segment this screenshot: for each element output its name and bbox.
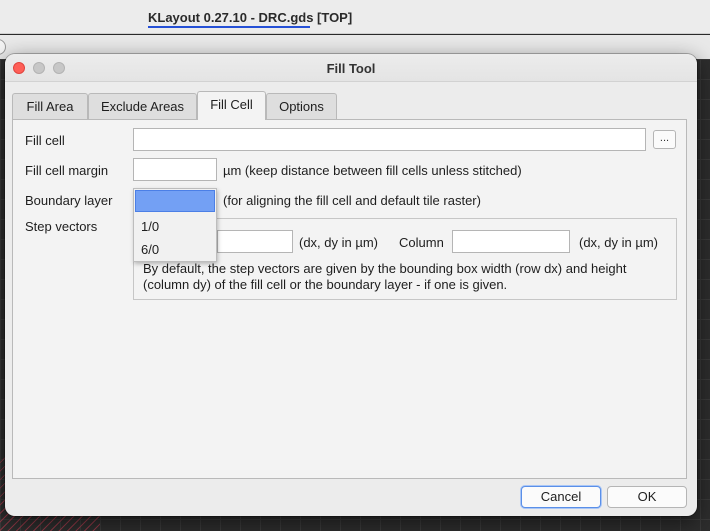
dropdown-option-1-0[interactable]: 1/0 [141, 219, 159, 234]
fill-cell-margin-label: Fill cell margin [25, 163, 109, 178]
step-vectors-label: Step vectors [25, 219, 98, 234]
dropdown-option-6-0[interactable]: 6/0 [141, 242, 159, 257]
boundary-layer-hint: (for aligning the fill cell and default … [223, 193, 481, 208]
main-window-titlebar: KLayout 0.27.10 - DRC.gds [TOP] [0, 0, 710, 34]
dialog-title: Fill Tool [326, 61, 376, 76]
dropdown-selected-item[interactable] [135, 190, 215, 212]
boundary-layer-label: Boundary layer [25, 193, 113, 208]
tab-exclude-areas[interactable]: Exclude Areas [88, 93, 197, 119]
fill-cell-label: Fill cell [25, 133, 65, 148]
browse-button[interactable]: ... [653, 130, 676, 149]
fill-cell-margin-hint: µm (keep distance between fill cells unl… [223, 163, 522, 178]
fill-cell-margin-input[interactable] [133, 158, 217, 181]
column-vector-input[interactable] [452, 230, 570, 253]
fill-tool-dialog: Fill Tool Fill Area Exclude Areas Fill C… [5, 54, 697, 516]
ok-button[interactable]: OK [607, 486, 687, 508]
column-vector-units: (dx, dy in µm) [579, 235, 659, 250]
tab-fill-area[interactable]: Fill Area [12, 93, 88, 119]
tab-options[interactable]: Options [266, 93, 337, 119]
tab-fill-cell[interactable]: Fill Cell [197, 91, 266, 120]
step-vectors-note-line1: By default, the step vectors are given b… [143, 261, 627, 276]
toolbar-button[interactable] [0, 39, 6, 55]
row-vector-units: (dx, dy in µm) [299, 235, 379, 250]
column-label: Column [399, 235, 444, 250]
step-vectors-note-line2: (column dy) of the fill cell or the boun… [143, 277, 508, 292]
fill-cell-panel: Fill cell ... Fill cell margin µm (keep … [12, 119, 687, 479]
title-underline [148, 26, 310, 28]
boundary-layer-dropdown[interactable]: 1/0 6/0 [133, 188, 217, 262]
main-window-title: KLayout 0.27.10 - DRC.gds [TOP] [148, 10, 353, 25]
row-vector-input[interactable] [217, 230, 293, 253]
dialog-titlebar: Fill Tool [5, 54, 697, 82]
fill-cell-input[interactable] [133, 128, 646, 151]
cancel-button[interactable]: Cancel [521, 486, 601, 508]
